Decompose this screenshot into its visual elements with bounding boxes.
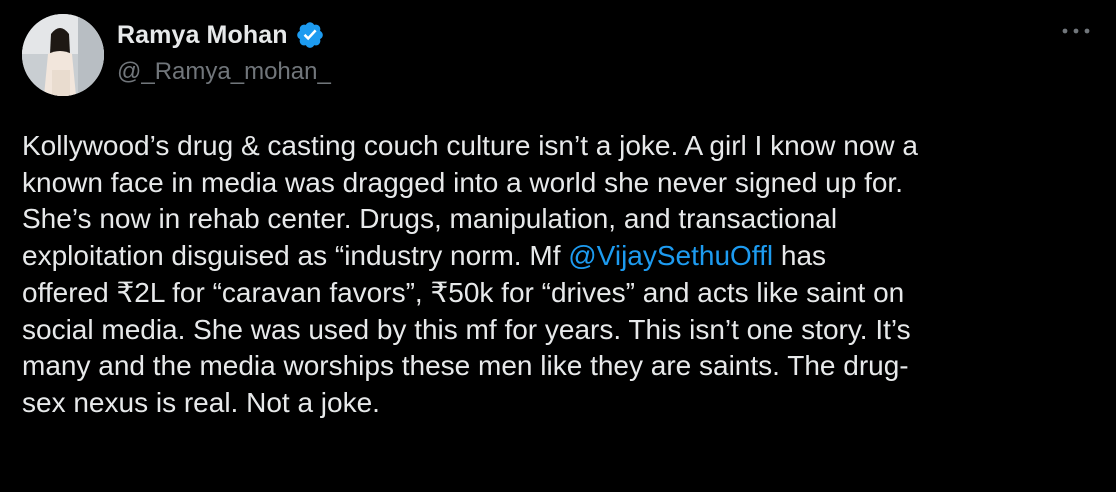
author-name-row[interactable]: Ramya Mohan	[117, 18, 325, 52]
author-display-name[interactable]: Ramya Mohan	[117, 21, 288, 50]
tweet-line: She’s now in rehab center. Drugs, manipu…	[22, 203, 838, 235]
more-options-button[interactable]	[1056, 16, 1096, 46]
tweet-line: sex nexus is real. Not a joke.	[22, 386, 380, 418]
tweet[interactable]: Ramya Mohan @_Ramya_mohan_ Kollywood’s d…	[0, 0, 1116, 492]
tweet-text: Kollywood’s drug & casting couch culture…	[22, 128, 1106, 422]
tweet-line: offered ₹2L for “caravan favors”, ₹50k f…	[22, 276, 905, 308]
tweet-line-segment: exploitation disguised as “industry norm…	[22, 240, 569, 272]
avatar-image	[22, 14, 104, 96]
mention-link[interactable]: @VijaySethuOffl	[568, 240, 773, 271]
more-options-icon	[1062, 28, 1090, 34]
avatar[interactable]	[22, 14, 104, 96]
tweet-line: known face in media was dragged into a w…	[22, 166, 903, 198]
author-handle[interactable]: @_Ramya_mohan_	[117, 58, 331, 86]
tweet-line: many and the media worships these men li…	[22, 350, 909, 382]
tweet-line: social media. She was used by this mf fo…	[22, 313, 911, 345]
verified-badge-icon	[295, 20, 325, 50]
tweet-line-segment: has	[773, 240, 827, 272]
tweet-line-with-mention: exploitation disguised as “industry norm…	[22, 238, 1106, 275]
tweet-line: Kollywood’s drug & casting couch culture…	[22, 130, 918, 161]
